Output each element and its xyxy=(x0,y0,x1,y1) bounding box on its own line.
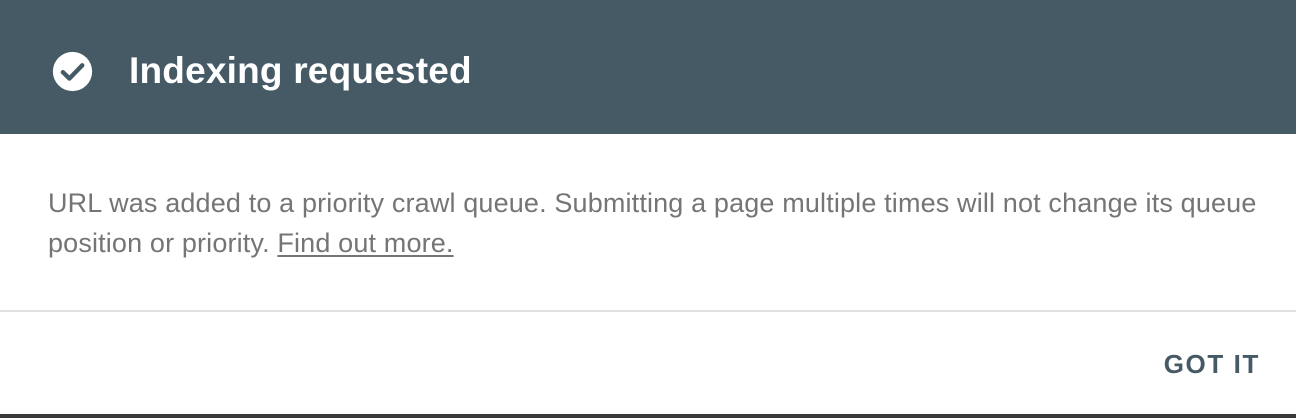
dialog-message: URL was added to a priority crawl queue.… xyxy=(48,183,1258,263)
dialog-title: Indexing requested xyxy=(129,50,472,91)
check-circle-icon xyxy=(52,51,93,92)
find-out-more-link[interactable]: Find out more. xyxy=(277,228,453,258)
dialog-actions: GOT IT xyxy=(0,312,1296,414)
dialog-header: Indexing requested xyxy=(0,0,1296,134)
got-it-button[interactable]: GOT IT xyxy=(1152,340,1272,388)
indexing-requested-dialog: Indexing requested URL was added to a pr… xyxy=(0,0,1296,418)
dialog-message-text: URL was added to a priority crawl queue.… xyxy=(48,188,1257,258)
dialog-bottom-edge xyxy=(0,414,1296,418)
